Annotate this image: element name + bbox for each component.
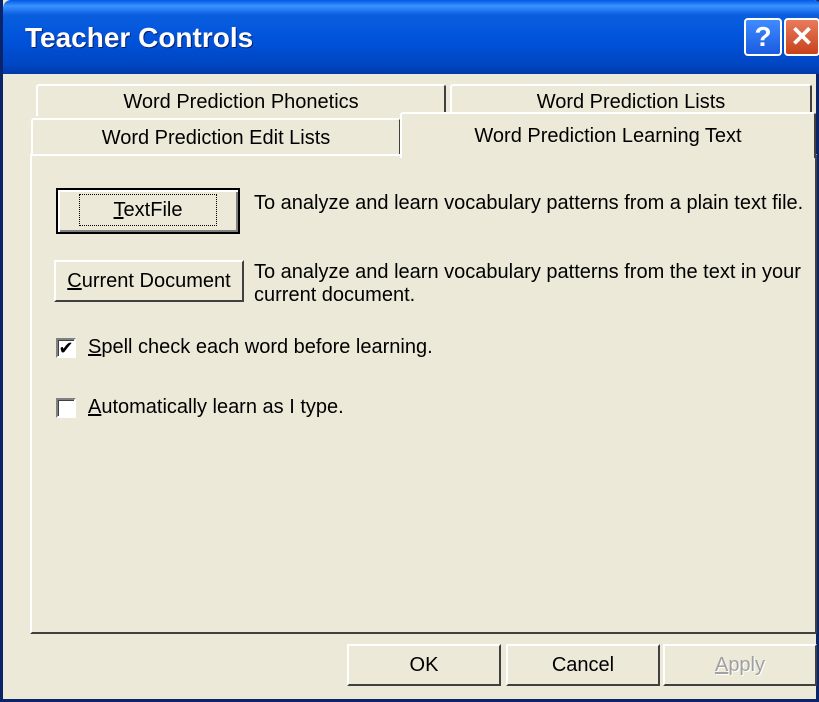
- help-icon[interactable]: ?: [744, 18, 782, 56]
- auto-learn-label: Automatically learn as I type.: [88, 396, 344, 418]
- auto-learn-option[interactable]: Automatically learn as I type.: [56, 396, 344, 419]
- textfile-button[interactable]: TextFile: [56, 188, 240, 234]
- ok-button[interactable]: OK: [347, 644, 501, 686]
- check-mark-icon: ✔: [58, 337, 74, 358]
- window-title: Teacher Controls: [25, 22, 254, 53]
- teacher-controls-dialog: Teacher Controls ? ✕ Word Prediction Pho…: [0, 0, 819, 702]
- tab-label: Word Prediction Learning Text: [474, 125, 742, 147]
- current-document-description: To analyze and learn vocabulary patterns…: [254, 261, 801, 306]
- textfile-description: To analyze and learn vocabulary patterns…: [254, 192, 804, 214]
- apply-button[interactable]: Apply: [663, 644, 817, 686]
- tab-word-prediction-phonetics[interactable]: Word Prediction Phonetics: [36, 84, 446, 116]
- tab-word-prediction-learning-text[interactable]: Word Prediction Learning Text: [400, 112, 816, 158]
- spell-check-option[interactable]: ✔ Spell check each word before learning.: [56, 336, 433, 359]
- tab-label: Word Prediction Phonetics: [123, 91, 359, 113]
- spell-check-label: Spell check each word before learning.: [88, 336, 433, 358]
- close-icon[interactable]: ✕: [784, 18, 819, 56]
- learning-text-panel: TextFile To analyze and learn vocabulary…: [30, 154, 817, 634]
- title-bar[interactable]: Teacher Controls ? ✕: [3, 0, 819, 74]
- spell-check-checkbox[interactable]: ✔: [56, 337, 76, 358]
- cancel-button[interactable]: Cancel: [506, 644, 660, 686]
- tab-word-prediction-edit-lists[interactable]: Word Prediction Edit Lists: [31, 118, 401, 156]
- auto-learn-checkbox[interactable]: [56, 397, 76, 418]
- current-document-button[interactable]: Current Document: [54, 260, 244, 302]
- tab-label: Word Prediction Edit Lists: [101, 127, 331, 149]
